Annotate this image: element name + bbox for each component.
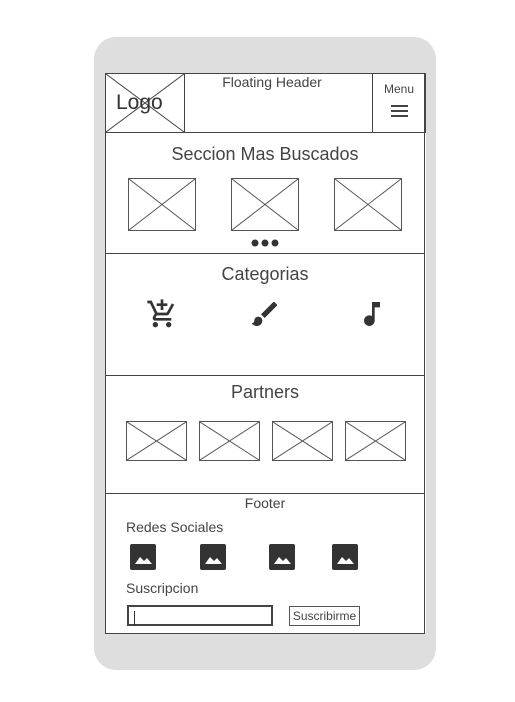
hamburger-icon: [391, 105, 408, 117]
placeholder-cross: [200, 422, 259, 460]
placeholder-cross: [129, 179, 195, 230]
partners-section: Partners: [105, 375, 425, 494]
music-note-icon[interactable]: [356, 298, 388, 330]
social-image-icon-3[interactable]: [269, 544, 295, 570]
footer-title: Footer: [244, 495, 286, 511]
mas-buscados-item-3[interactable]: [334, 178, 402, 231]
partner-item-1[interactable]: [126, 421, 187, 461]
brush-icon[interactable]: [249, 298, 281, 330]
logo[interactable]: Logo: [105, 73, 185, 133]
logo-label: Logo: [116, 91, 163, 114]
menu-button[interactable]: Menu: [372, 73, 426, 133]
menu-label: Menu: [383, 82, 415, 96]
placeholder-cross: [232, 179, 298, 230]
mas-buscados-section: Seccion Mas Buscados: [105, 132, 425, 254]
categorias-title: Categorias: [221, 264, 309, 284]
text-caret: [134, 611, 135, 626]
email-input[interactable]: [127, 605, 273, 626]
placeholder-cross: [273, 422, 332, 460]
placeholder-cross: [335, 179, 401, 230]
cart-add-icon[interactable]: [146, 298, 178, 330]
footer-section: Footer Redes Sociales Suscripcion Suscri…: [105, 493, 425, 634]
categorias-section: Categorias: [105, 253, 425, 376]
image-icon: [205, 557, 222, 564]
header-title: Floating Header: [222, 74, 322, 90]
redes-sociales-label: Redes Sociales: [126, 519, 224, 535]
social-image-icon-1[interactable]: [130, 544, 156, 570]
placeholder-cross: [346, 422, 405, 460]
social-image-icon-4[interactable]: [332, 544, 358, 570]
social-image-icon-2[interactable]: [200, 544, 226, 570]
partner-item-3[interactable]: [272, 421, 333, 461]
mas-buscados-title: Seccion Mas Buscados: [171, 144, 359, 164]
mas-buscados-item-2[interactable]: [231, 178, 299, 231]
image-icon: [337, 557, 354, 564]
placeholder-cross: [127, 422, 186, 460]
suscripcion-label: Suscripcion: [126, 580, 199, 596]
more-dots-icon[interactable]: [250, 238, 282, 248]
image-icon: [135, 557, 152, 564]
image-icon: [274, 557, 291, 564]
floating-header: Logo Floating Header Menu: [105, 73, 426, 133]
subscribe-button[interactable]: Suscribirme: [289, 606, 360, 626]
partners-title: Partners: [230, 382, 300, 402]
mas-buscados-item-1[interactable]: [128, 178, 196, 231]
partner-item-2[interactable]: [199, 421, 260, 461]
partner-item-4[interactable]: [345, 421, 406, 461]
